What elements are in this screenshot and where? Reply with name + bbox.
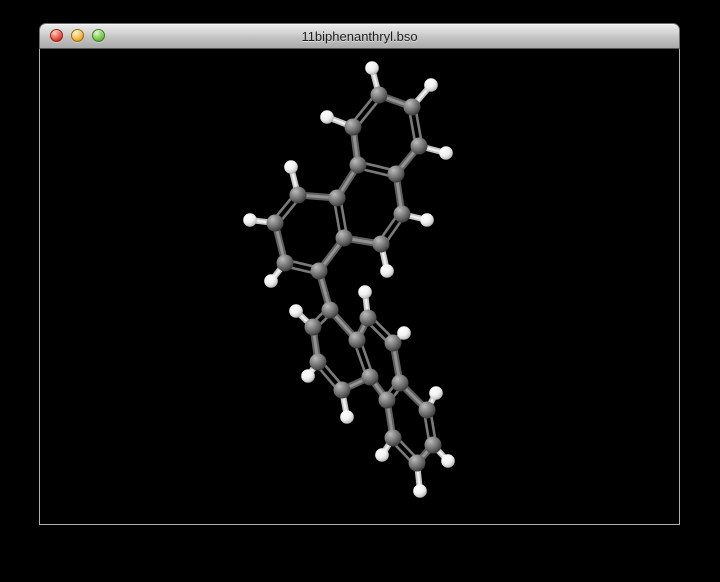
carbon-atom[interactable] — [403, 98, 421, 116]
carbon-atom[interactable] — [349, 156, 367, 174]
carbon-atom[interactable] — [348, 331, 366, 349]
hydrogen-atom[interactable] — [413, 484, 427, 498]
carbon-atom[interactable] — [266, 214, 284, 232]
carbon-atom[interactable] — [410, 137, 428, 155]
hydrogen-atom[interactable] — [441, 454, 455, 468]
hydrogen-atom[interactable] — [264, 274, 278, 288]
carbon-atom[interactable] — [372, 235, 390, 253]
hydrogen-atom[interactable] — [289, 304, 303, 318]
hydrogen-atom[interactable] — [365, 61, 379, 75]
carbon-atom[interactable] — [387, 165, 405, 183]
hydrogen-atom[interactable] — [301, 369, 315, 383]
zoom-button[interactable] — [92, 29, 105, 42]
close-button[interactable] — [50, 29, 63, 42]
carbon-atom[interactable] — [378, 391, 396, 409]
carbon-atom[interactable] — [370, 86, 388, 104]
carbon-atom[interactable] — [384, 429, 402, 447]
hydrogen-atom[interactable] — [284, 160, 298, 174]
carbon-atom[interactable] — [361, 368, 379, 386]
hydrogen-atom[interactable] — [320, 110, 334, 124]
carbon-atom[interactable] — [408, 454, 426, 472]
carbon-atom[interactable] — [276, 254, 294, 272]
carbon-atom[interactable] — [304, 318, 322, 336]
hydrogen-atom[interactable] — [429, 386, 443, 400]
molecule-canvas[interactable] — [40, 49, 679, 524]
window-titlebar[interactable]: 11biphenanthryl.bso — [39, 23, 680, 49]
hydrogen-atom[interactable] — [420, 213, 434, 227]
carbon-atom[interactable] — [344, 118, 362, 136]
hydrogen-atom[interactable] — [375, 448, 389, 462]
minimize-button[interactable] — [71, 29, 84, 42]
hydrogen-atom[interactable] — [424, 78, 438, 92]
carbon-atom[interactable] — [391, 374, 409, 392]
hydrogen-atom[interactable] — [243, 213, 257, 227]
window-title: 11biphenanthryl.bso — [301, 29, 418, 44]
hydrogen-atom[interactable] — [358, 285, 372, 299]
carbon-atom[interactable] — [310, 262, 328, 280]
carbon-atom[interactable] — [393, 205, 411, 223]
viewer-window: 11biphenanthryl.bso — [39, 23, 680, 525]
hydrogen-atom[interactable] — [439, 146, 453, 160]
molecule-viewport[interactable] — [39, 49, 680, 525]
carbon-atom[interactable] — [321, 301, 339, 319]
carbon-atom[interactable] — [424, 436, 442, 454]
hydrogen-atom[interactable] — [380, 264, 394, 278]
window-controls — [50, 29, 105, 42]
carbon-atom[interactable] — [328, 189, 346, 207]
carbon-atom[interactable] — [333, 381, 351, 399]
desktop: 11biphenanthryl.bso — [0, 0, 720, 582]
carbon-atom[interactable] — [418, 401, 436, 419]
carbon-atom[interactable] — [359, 309, 377, 327]
hydrogen-atom[interactable] — [340, 410, 354, 424]
carbon-atom[interactable] — [289, 186, 307, 204]
carbon-atom[interactable] — [309, 353, 327, 371]
hydrogen-atom[interactable] — [397, 326, 411, 340]
carbon-atom[interactable] — [335, 229, 353, 247]
